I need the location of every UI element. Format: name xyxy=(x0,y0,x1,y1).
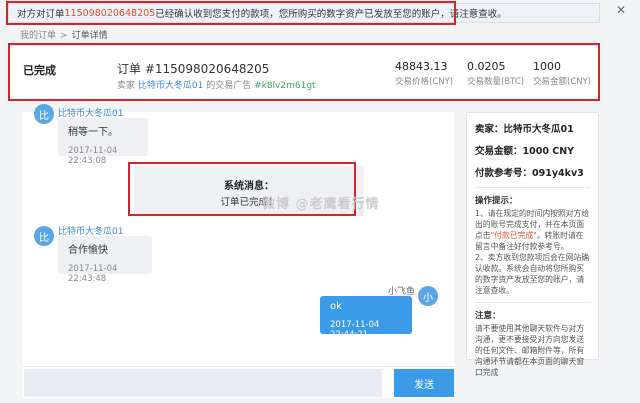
avatar: 比 xyxy=(34,226,54,246)
close-icon[interactable]: ✕ xyxy=(616,3,626,17)
stat-amount-label: 交易金额(CNY) xyxy=(533,77,592,87)
message-time: 2017-11-04 22:44:21 xyxy=(330,320,380,340)
order-status: 已完成 xyxy=(23,64,56,77)
payment-reference: 付款参考号：091y4kv3 xyxy=(475,168,584,179)
seller-link[interactable]: 比特币大冬瓜01 xyxy=(138,81,203,91)
stat-price: 48843.13 交易价格(CNY) xyxy=(395,60,453,87)
stat-quantity-value: 0.0205 xyxy=(467,60,506,73)
seller-prefix: 卖家 xyxy=(117,81,138,91)
message-time: 2017-11-04 22:43:08 xyxy=(68,146,118,166)
tip-1-highlight: "付款已完成" xyxy=(490,231,537,240)
chat-panel[interactable]: 比 比特币大冬瓜01 稍等一下。 2017-11-04 22:43:08 系统消… xyxy=(22,104,454,367)
tips-title: 操作提示： xyxy=(475,196,518,206)
ad-code-link[interactable]: #k8lv2m61gt xyxy=(254,81,316,91)
chat-message-own: ok 2017-11-04 22:44:21 xyxy=(320,296,412,340)
chat-message: 合作愉快 2017-11-04 22:43:48 xyxy=(58,236,152,284)
chat-composer: 发送 xyxy=(22,366,454,398)
message-time: 2017-11-04 22:43:48 xyxy=(68,264,118,284)
message-text: 稍等一下。 xyxy=(68,127,118,138)
message-text: 合作愉快 xyxy=(68,245,108,256)
stat-quantity-label: 交易数量(BTC) xyxy=(467,77,525,87)
seller-line: 卖家 比特币大冬瓜01 的交易广告 #k8lv2m61gt xyxy=(117,78,316,91)
watermark: 微博 @老鹰看行情 xyxy=(262,197,380,212)
notice-prefix: 对方对订单 xyxy=(17,9,65,20)
chat-message: 稍等一下。 2017-11-04 22:43:08 xyxy=(58,118,148,166)
tip-1: 1、请在规定的时间内按照对方给出的账号完成支付，并在本页面点击"付款已完成"。转… xyxy=(475,208,590,252)
note-text: 请不要使用其他聊天软件与对方沟通，更不要接受对方向您发送的任何文件、邮箱附件等，… xyxy=(475,324,585,377)
stat-quantity: 0.0205 交易数量(BTC) xyxy=(467,60,524,87)
amount-info: 交易金额：1000 CNY xyxy=(475,146,575,157)
avatar: 小 xyxy=(418,286,438,306)
message-text: ok xyxy=(330,301,342,312)
notice-order-number: 115098020648205 xyxy=(64,7,156,19)
stat-amount-value: 1000 xyxy=(533,60,561,73)
avatar: 比 xyxy=(34,104,54,124)
order-info-panel: 卖家：比特币大冬瓜01 交易金额：1000 CNY 付款参考号：091y4kv3… xyxy=(466,112,599,377)
system-message-title: 系统消息： xyxy=(224,181,274,192)
send-button[interactable]: 发送 xyxy=(394,369,454,397)
message-input[interactable] xyxy=(24,369,382,397)
stat-price-value: 48843.13 xyxy=(395,60,448,73)
breadcrumb-separator: > xyxy=(60,31,68,41)
order-title: 订单 #115098020648205 xyxy=(117,62,270,76)
divider xyxy=(475,187,590,188)
breadcrumb-current: 订单详情 xyxy=(71,31,108,41)
breadcrumb: 我的订单 > 订单详情 xyxy=(20,28,108,41)
breadcrumb-home-link[interactable]: 我的订单 xyxy=(20,31,56,41)
stat-amount: 1000 交易金额(CNY) xyxy=(533,60,591,87)
note-title: 注意： xyxy=(475,311,501,321)
stat-price-label: 交易价格(CNY) xyxy=(395,77,454,87)
notice-bar: 对方对订单 115098020648205 已经确认收到您支付的款项，您所购买的… xyxy=(8,3,600,23)
order-summary: 已完成 订单 #115098020648205 卖家 比特币大冬瓜01 的交易广… xyxy=(8,45,600,100)
divider xyxy=(475,302,590,303)
notice-suffix: 已经确认收到您支付的款项，您所购买的数字资产已发放至您的账户，请注意查收。 xyxy=(155,9,507,20)
seller-mid: 的交易广告 xyxy=(203,81,255,91)
seller-info: 卖家：比特币大冬瓜01 xyxy=(475,124,574,135)
tip-2: 2、卖方收到您款项后会在网站确认收款。系统会自动将您所购买的数字资产发放至您的账… xyxy=(475,253,590,295)
